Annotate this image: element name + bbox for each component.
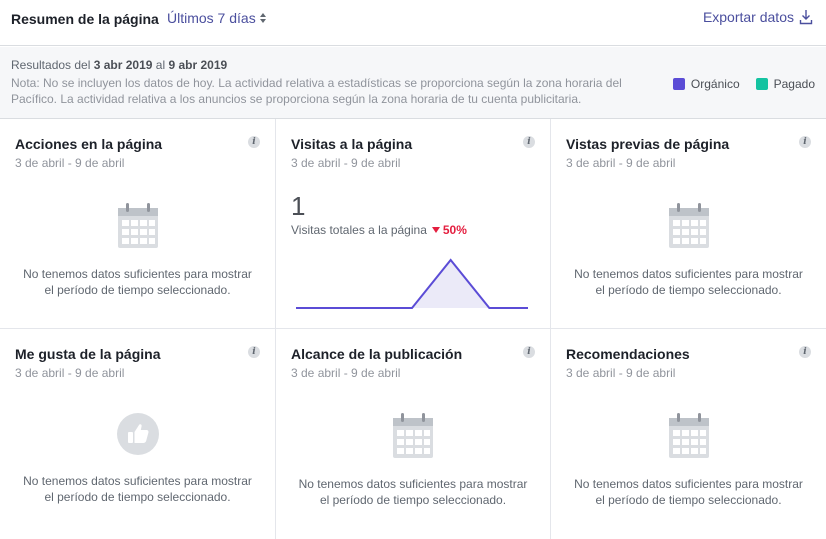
card-recommendations[interactable]: Recomendaciones 3 de abril - 9 de abril … bbox=[551, 329, 826, 539]
card-page-visits[interactable]: Visitas a la página 3 de abril - 9 de ab… bbox=[276, 119, 551, 329]
empty-state-message: No tenemos datos suficientes para mostra… bbox=[574, 267, 803, 297]
card-title: Visitas a la página bbox=[291, 136, 413, 152]
card-date-range: 3 de abril - 9 de abril bbox=[291, 366, 401, 380]
legend-swatch-organic bbox=[672, 78, 685, 90]
down-arrow-icon bbox=[431, 227, 440, 233]
card-title: Acciones en la página bbox=[15, 136, 163, 152]
card-date-range: 3 de abril - 9 de abril bbox=[15, 366, 125, 380]
card-post-reach[interactable]: Alcance de la publicación 3 de abril - 9… bbox=[276, 329, 551, 539]
info-icon[interactable]: i bbox=[248, 136, 260, 148]
page-title: Resumen de la página bbox=[11, 11, 159, 27]
info-icon[interactable]: i bbox=[523, 136, 535, 148]
card-title: Vistas previas de página bbox=[566, 136, 730, 152]
card-date-range: 3 de abril - 9 de abril bbox=[566, 156, 676, 170]
sort-arrows-icon bbox=[259, 12, 268, 24]
empty-state-message: No tenemos datos suficientes para mostra… bbox=[574, 477, 803, 507]
results-start-date: 3 abr 2019 bbox=[93, 58, 153, 72]
page-summary-header: Resumen de la página Últimos 7 días Expo… bbox=[0, 0, 826, 46]
card-date-range: 3 de abril - 9 de abril bbox=[15, 156, 125, 170]
info-icon[interactable]: i bbox=[523, 346, 535, 358]
date-range-dropdown[interactable]: Últimos 7 días bbox=[167, 10, 268, 26]
legend-item-paid: Pagado bbox=[755, 77, 815, 91]
empty-state-message: No tenemos datos suficientes para mostra… bbox=[23, 267, 252, 297]
page-visits-sparkline bbox=[296, 258, 528, 309]
legend-item-organic: Orgánico bbox=[672, 77, 740, 91]
card-date-range: 3 de abril - 9 de abril bbox=[291, 156, 401, 170]
results-end-date: 9 abr 2019 bbox=[168, 58, 228, 72]
sparkline-area bbox=[296, 260, 528, 308]
calendar-icon bbox=[668, 413, 709, 458]
legend-label-organic: Orgánico bbox=[690, 77, 740, 91]
empty-state-message: No tenemos datos suficientes para mostra… bbox=[23, 474, 252, 504]
download-icon bbox=[799, 10, 813, 25]
results-range: Resultados del 3 abr 2019 al 9 abr 2019 bbox=[11, 58, 227, 72]
date-range-label: Últimos 7 días bbox=[167, 10, 256, 26]
page-visits-label: Visitas totales a la página bbox=[291, 223, 427, 237]
calendar-icon bbox=[117, 203, 158, 248]
legend-swatch-paid bbox=[755, 78, 768, 90]
page-visits-total: 1 bbox=[291, 191, 306, 221]
timezone-note: Nota: No se incluyen los datos de hoy. L… bbox=[11, 76, 622, 106]
card-page-actions[interactable]: Acciones en la página 3 de abril - 9 de … bbox=[0, 119, 276, 329]
calendar-icon bbox=[393, 413, 433, 458]
info-icon[interactable]: i bbox=[248, 346, 260, 358]
sparkline-line bbox=[296, 258, 528, 309]
card-title: Alcance de la publicación bbox=[291, 346, 463, 362]
page-visits-label-row: Visitas totales a la página 50% bbox=[291, 223, 467, 237]
results-notes: Resultados del 3 abr 2019 al 9 abr 2019 … bbox=[0, 47, 826, 119]
info-icon[interactable]: i bbox=[799, 136, 811, 148]
results-connector: al bbox=[155, 58, 166, 72]
card-title: Recomendaciones bbox=[566, 346, 690, 362]
calendar-icon bbox=[668, 203, 709, 248]
legend-label-paid: Pagado bbox=[773, 77, 815, 91]
results-prefix: Resultados del bbox=[11, 58, 91, 72]
card-date-range: 3 de abril - 9 de abril bbox=[566, 366, 676, 380]
percent-change-badge: 50% bbox=[431, 223, 467, 237]
card-page-previews[interactable]: Vistas previas de página 3 de abril - 9 … bbox=[551, 119, 826, 329]
export-data-button[interactable]: Exportar datos bbox=[703, 9, 813, 25]
empty-state-message: No tenemos datos suficientes para mostra… bbox=[298, 477, 528, 507]
thumbs-up-icon bbox=[116, 413, 159, 455]
info-icon[interactable]: i bbox=[799, 346, 811, 358]
percent-change-value: 50% bbox=[442, 223, 467, 237]
export-data-label: Exportar datos bbox=[702, 9, 794, 25]
card-page-likes[interactable]: Me gusta de la página 3 de abril - 9 de … bbox=[0, 329, 276, 539]
legend: Orgánico Pagado bbox=[657, 77, 815, 91]
card-title: Me gusta de la página bbox=[15, 346, 161, 362]
